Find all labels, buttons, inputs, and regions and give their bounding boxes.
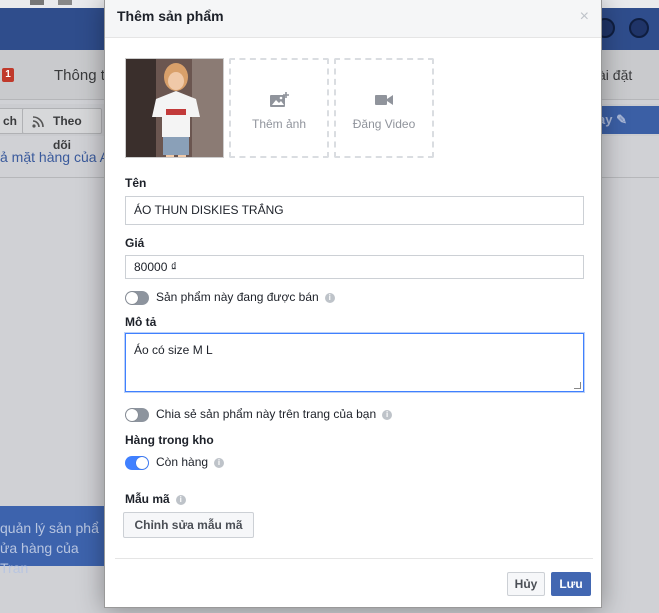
nav-item-settings[interactable]: ài đặt xyxy=(598,67,632,83)
info-icon[interactable]: i xyxy=(175,494,186,505)
info-icon[interactable]: i xyxy=(324,292,335,303)
dialog-header: Thêm sản phẩm × xyxy=(105,0,601,38)
shop-promo-box[interactable]: quản lý sản phẩ ửa hàng của Tran xyxy=(0,506,104,576)
in-stock-label: Còn hàng xyxy=(156,455,209,469)
add-photo-icon xyxy=(270,92,289,107)
info-icon[interactable]: i xyxy=(382,409,393,420)
product-photo-thumbnail[interactable] xyxy=(125,58,224,158)
on-sale-toggle[interactable] xyxy=(125,291,149,305)
share-label: Chia sẻ sản phẩm này trên trang của bạn xyxy=(156,407,377,421)
product-photo-image xyxy=(126,59,223,157)
action-button-left[interactable]: ch xyxy=(0,108,25,134)
info-icon[interactable]: i xyxy=(214,457,225,468)
variants-label: Mẫu mã xyxy=(125,492,170,506)
on-sale-label: Sản phẩm này đang được bán xyxy=(156,290,319,304)
product-description-link[interactable]: ả mặt hàng của A xyxy=(0,149,109,165)
save-button[interactable]: Lưu xyxy=(551,572,591,596)
cancel-button[interactable]: Hủy xyxy=(507,572,545,596)
video-camera-icon xyxy=(375,95,393,105)
rss-icon xyxy=(32,116,44,128)
name-input[interactable]: ÁO THUN DISKIES TRẮNG xyxy=(125,196,584,225)
notification-badge: 1 xyxy=(2,68,14,82)
toggle-knob xyxy=(136,457,148,469)
toggle-knob xyxy=(126,292,138,304)
variants-row: Mẫu mã i xyxy=(125,492,186,506)
name-label: Tên xyxy=(125,176,147,190)
add-photo-tile[interactable]: Thêm ảnh xyxy=(229,58,329,158)
promo-line-1: quản lý sản phẩ xyxy=(0,520,99,536)
add-photo-label: Thêm ảnh xyxy=(251,117,307,131)
toggle-knob xyxy=(126,409,138,421)
messenger-icon[interactable] xyxy=(629,18,649,38)
dialog-title: Thêm sản phẩm xyxy=(117,8,224,24)
description-text: Áo có size M L xyxy=(134,343,213,357)
edit-button-blue[interactable]: ay ✎ xyxy=(592,106,659,134)
resize-handle-icon[interactable] xyxy=(574,382,581,389)
price-input[interactable]: 80000 ₫ xyxy=(125,255,584,279)
on-sale-row: Sản phẩm này đang được bán i xyxy=(156,290,335,304)
description-textarea[interactable]: Áo có size M L xyxy=(125,333,584,392)
add-product-dialog: Thêm sản phẩm × Thêm ảnh Đăng Video Tên … xyxy=(104,0,602,608)
footer-divider xyxy=(115,558,593,559)
upload-video-label: Đăng Video xyxy=(352,117,416,131)
in-stock-row: Còn hàng i xyxy=(156,455,225,469)
follow-button[interactable]: Theo dõi xyxy=(22,108,102,152)
share-row: Chia sẻ sản phẩm này trên trang của bạn i xyxy=(156,407,393,421)
edit-variants-button[interactable]: Chỉnh sửa mẫu mã xyxy=(123,512,254,538)
upload-video-tile[interactable]: Đăng Video xyxy=(334,58,434,158)
description-label: Mô tả xyxy=(125,315,157,329)
price-label: Giá xyxy=(125,236,145,250)
nav-item-info[interactable]: Thông t xyxy=(54,67,105,84)
share-toggle[interactable] xyxy=(125,408,149,422)
inventory-label: Hàng trong kho xyxy=(125,433,214,447)
pencil-icon: ✎ xyxy=(616,112,627,127)
in-stock-toggle[interactable] xyxy=(125,456,149,470)
promo-line-2: ửa hàng của Tran xyxy=(0,540,79,576)
close-icon[interactable]: × xyxy=(580,8,589,26)
